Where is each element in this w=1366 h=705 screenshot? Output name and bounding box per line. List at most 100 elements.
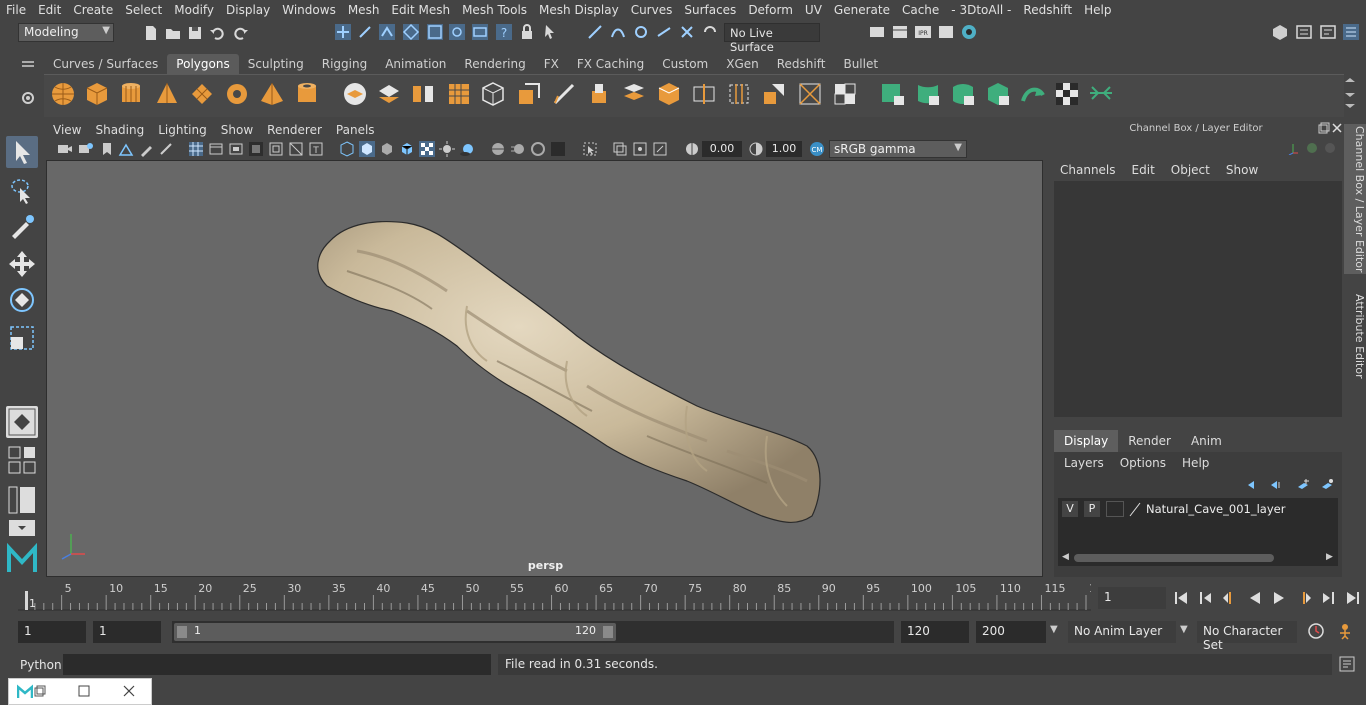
range-start-handle[interactable] xyxy=(177,626,187,638)
channel-list[interactable] xyxy=(1054,181,1342,417)
combine-icon[interactable] xyxy=(342,81,368,107)
snap-point-icon[interactable] xyxy=(448,23,466,41)
redo-icon[interactable] xyxy=(232,24,250,42)
paint-select-tool-button[interactable] xyxy=(6,210,38,242)
gear-icon[interactable] xyxy=(20,90,36,106)
color-management-icon[interactable]: CM xyxy=(809,141,825,157)
resolution-gate-icon[interactable] xyxy=(228,141,244,157)
separate-icon[interactable] xyxy=(376,81,402,107)
go-to-end-icon[interactable] xyxy=(1344,589,1362,607)
snap-grid-icon[interactable] xyxy=(402,23,420,41)
character-set-field[interactable]: No Character Set xyxy=(1197,621,1297,652)
menu-display[interactable]: Display xyxy=(220,3,276,17)
shelf-tab-bullet[interactable]: Bullet xyxy=(834,54,887,74)
maya-window-icon[interactable] xyxy=(16,684,34,700)
snap-live-icon[interactable] xyxy=(678,23,696,41)
shelf-tab-sculpting[interactable]: Sculpting xyxy=(239,54,313,74)
exposure-icon[interactable] xyxy=(684,141,700,157)
layer-tab-display[interactable]: Display xyxy=(1054,430,1119,452)
side-tab-channel-box[interactable]: Channel Box / Layer Editor xyxy=(1344,124,1366,274)
persp-outliner-layout-button[interactable] xyxy=(6,484,38,516)
perspective-viewport[interactable]: persp xyxy=(46,160,1043,577)
new-layer-icon[interactable] xyxy=(1296,478,1310,492)
menu-surfaces[interactable]: Surfaces xyxy=(678,3,742,17)
grease-pencil-icon[interactable] xyxy=(139,141,155,157)
four-view-layout-button[interactable] xyxy=(6,444,38,476)
bevel-icon[interactable] xyxy=(656,81,682,107)
side-tab-attribute-editor[interactable]: Attribute Editor xyxy=(1344,286,1366,386)
playback-end-field[interactable]: 120 xyxy=(901,621,969,643)
panel-menu-shading[interactable]: Shading xyxy=(88,123,151,137)
step-forward-key-icon[interactable] xyxy=(1319,589,1337,607)
step-back-frame-icon[interactable] xyxy=(1221,589,1239,607)
select-component-icon[interactable] xyxy=(378,23,396,41)
panel-layout-button[interactable] xyxy=(6,518,38,538)
channel-show-menu[interactable]: Show xyxy=(1226,163,1258,177)
shelf-tab-polygons[interactable]: Polygons xyxy=(167,54,239,74)
anti-aliasing-icon[interactable] xyxy=(530,141,546,157)
range-slider[interactable]: 1 120 xyxy=(172,621,894,643)
menu-help[interactable]: Help xyxy=(1078,3,1117,17)
extrude-icon[interactable] xyxy=(586,81,612,107)
layer-color-icon[interactable] xyxy=(1128,501,1142,517)
menu-select[interactable]: Select xyxy=(119,3,168,17)
animation-start-field[interactable]: 1 xyxy=(18,621,86,643)
wireframe-on-shaded-icon[interactable] xyxy=(399,141,415,157)
time-slider[interactable]: 1 5 10 15 20 25 30 35 40 45 50 55 60 65 70 75 80 85 90 95 10… xyxy=(18,581,1103,611)
lasso-tool-button[interactable] xyxy=(6,174,38,206)
menu-3dtoall[interactable]: - 3DtoAll - xyxy=(945,3,1017,17)
step-forward-frame-icon[interactable] xyxy=(1295,589,1313,607)
panel-menu-panels[interactable]: Panels xyxy=(329,123,382,137)
poly-cone-icon[interactable] xyxy=(154,81,180,107)
safe-action-icon[interactable] xyxy=(288,141,304,157)
auto-key-icon[interactable] xyxy=(1307,622,1325,640)
lock-icon[interactable] xyxy=(518,23,536,41)
depth-of-field-icon[interactable] xyxy=(550,141,566,157)
grid-toggle-icon[interactable] xyxy=(188,141,204,157)
xray-components-icon[interactable] xyxy=(652,141,668,157)
new-layer-selected-icon[interactable] xyxy=(1320,478,1334,492)
save-scene-icon[interactable] xyxy=(186,24,204,42)
range-slider-bar[interactable]: 1 120 xyxy=(174,623,616,641)
safe-title-icon[interactable]: T xyxy=(308,141,324,157)
shelf-tab-animation[interactable]: Animation xyxy=(376,54,455,74)
offset-edge-loop-icon[interactable] xyxy=(726,81,752,107)
undo-icon[interactable] xyxy=(208,24,226,42)
cube-wire-icon[interactable] xyxy=(480,81,506,107)
menu-generate[interactable]: Generate xyxy=(828,3,896,17)
close-window-icon[interactable] xyxy=(123,685,135,697)
scroll-left-icon[interactable]: ◀ xyxy=(1062,552,1069,562)
shelf-tab-curves-surfaces[interactable]: Curves / Surfaces xyxy=(44,54,167,74)
field-chart-icon[interactable] xyxy=(268,141,284,157)
uv-planar-icon[interactable] xyxy=(880,81,906,107)
snap-curve-magnet-icon[interactable] xyxy=(609,23,627,41)
select-tool-button[interactable] xyxy=(6,136,38,168)
textured-icon[interactable] xyxy=(419,141,435,157)
layer-list-scrollbar[interactable] xyxy=(1074,554,1274,562)
append-polygon-icon[interactable] xyxy=(761,81,787,107)
layer-visibility-toggle[interactable]: V xyxy=(1062,501,1078,517)
uv-checker-icon[interactable] xyxy=(1054,81,1080,107)
layers-menu[interactable]: Layers xyxy=(1064,456,1104,470)
poly-pyramid-icon[interactable] xyxy=(259,81,285,107)
two-d-pan-zoom-icon[interactable] xyxy=(158,141,174,157)
select-hierarchy-icon[interactable] xyxy=(334,23,352,41)
go-to-start-icon[interactable] xyxy=(1172,589,1190,607)
script-editor-icon[interactable] xyxy=(1339,656,1355,672)
uv-unfold-icon[interactable] xyxy=(1020,81,1046,107)
menu-windows[interactable]: Windows xyxy=(276,3,342,17)
playback-start-field[interactable]: 1 xyxy=(93,621,161,643)
chevron-down-icon[interactable]: ▼ xyxy=(1050,624,1062,638)
step-back-key-icon[interactable] xyxy=(1197,589,1215,607)
menu-set-dropdown[interactable]: Modeling ▼ xyxy=(18,23,114,42)
help-icon[interactable]: ? xyxy=(495,23,513,41)
shelf-tab-redshift[interactable]: Redshift xyxy=(768,54,835,74)
single-perspective-layout-button[interactable] xyxy=(6,406,38,438)
select-tool-icon[interactable] xyxy=(541,23,559,41)
bookmark-icon[interactable] xyxy=(99,141,115,157)
toggle-channel-box-icon[interactable] xyxy=(1342,23,1360,41)
poly-cylinder-icon[interactable] xyxy=(118,81,144,107)
shelf-tab-rigging[interactable]: Rigging xyxy=(313,54,376,74)
isolate-select-icon[interactable] xyxy=(582,141,598,157)
menu-mesh-display[interactable]: Mesh Display xyxy=(533,3,625,17)
